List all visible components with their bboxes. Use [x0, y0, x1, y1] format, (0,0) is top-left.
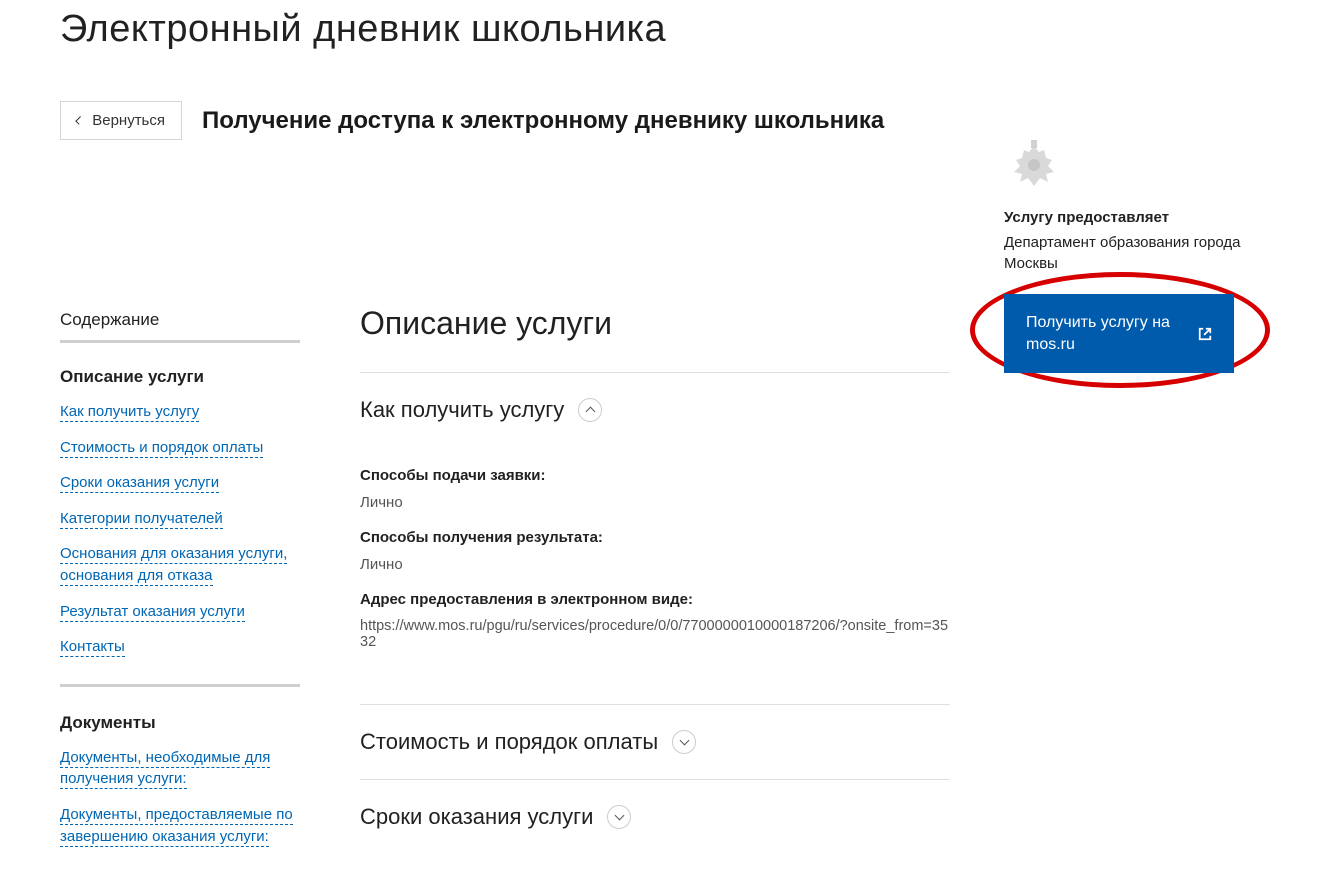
- sidebar-list-desc: Как получить услугу Стоимость и порядок …: [60, 401, 300, 658]
- description-heading: Описание услуги: [360, 305, 950, 342]
- eaddress-url: https://www.mos.ru/pgu/ru/services/proce…: [360, 618, 950, 650]
- result-methods-label: Способы получения результата:: [360, 529, 950, 546]
- sidebar-link-grounds[interactable]: Основания для оказания услуги, основания…: [60, 545, 287, 586]
- sidebar: Содержание Описание услуги Как получить …: [60, 140, 300, 873]
- sidebar-link-categories[interactable]: Категории получателей: [60, 510, 223, 529]
- accordion-title-how: Как получить услугу: [360, 397, 564, 423]
- sidebar-link-how[interactable]: Как получить услугу: [60, 403, 199, 422]
- sidebar-group-desc: Описание услуги: [60, 367, 300, 387]
- chevron-down-icon: [672, 730, 696, 754]
- apply-methods-value: Лично: [360, 494, 950, 511]
- eaddress-label: Адрес предоставления в электронном виде:: [360, 591, 950, 608]
- chevron-left-icon: [75, 116, 84, 125]
- sidebar-divider: [60, 684, 300, 687]
- accordion-terms[interactable]: Сроки оказания услуги: [360, 804, 950, 830]
- sidebar-list-docs: Документы, необходимые для получения усл…: [60, 747, 300, 847]
- get-service-button[interactable]: Получить услугу на mos.ru: [1004, 294, 1234, 373]
- page-title: Электронный дневник школьника: [60, 8, 1284, 51]
- back-button[interactable]: Вернуться: [60, 101, 182, 140]
- divider: [360, 372, 950, 373]
- chevron-up-icon: [578, 398, 602, 422]
- accordion-cost[interactable]: Стоимость и порядок оплаты: [360, 729, 950, 755]
- accordion-title-terms: Сроки оказания услуги: [360, 804, 593, 830]
- sidebar-group-docs: Документы: [60, 713, 300, 733]
- service-subtitle: Получение доступа к электронному дневник…: [202, 107, 884, 135]
- provider-label: Услугу предоставляет: [1004, 209, 1264, 226]
- sidebar-link-cost[interactable]: Стоимость и порядок оплаты: [60, 439, 263, 458]
- sidebar-link-docs-needed[interactable]: Документы, необходимые для получения усл…: [60, 749, 270, 790]
- accordion-how-to-get[interactable]: Как получить услугу: [360, 397, 950, 423]
- accordion-title-cost: Стоимость и порядок оплаты: [360, 729, 658, 755]
- back-button-label: Вернуться: [92, 112, 165, 129]
- sidebar-link-terms[interactable]: Сроки оказания услуги: [60, 474, 219, 493]
- provider-name: Департамент образования города Москвы: [1004, 232, 1264, 274]
- divider: [360, 704, 950, 705]
- sidebar-link-contacts[interactable]: Контакты: [60, 638, 125, 657]
- provider-card: Услугу предоставляет Департамент образов…: [1004, 140, 1264, 373]
- result-methods-value: Лично: [360, 556, 950, 573]
- cta-label: Получить услугу на mos.ru: [1026, 312, 1186, 355]
- sidebar-link-docs-provided[interactable]: Документы, предоставляемые по завершению…: [60, 806, 293, 847]
- accordion-body-how: Способы подачи заявки: Лично Способы пол…: [360, 441, 950, 680]
- coat-of-arms-icon: [1004, 140, 1064, 190]
- sidebar-link-result[interactable]: Результат оказания услуги: [60, 603, 245, 622]
- main-content: Услугу предоставляет Департамент образов…: [360, 140, 1284, 873]
- external-link-icon: [1198, 327, 1212, 341]
- sidebar-heading: Содержание: [60, 310, 300, 343]
- chevron-down-icon: [607, 805, 631, 829]
- apply-methods-label: Способы подачи заявки:: [360, 467, 950, 484]
- divider: [360, 779, 950, 780]
